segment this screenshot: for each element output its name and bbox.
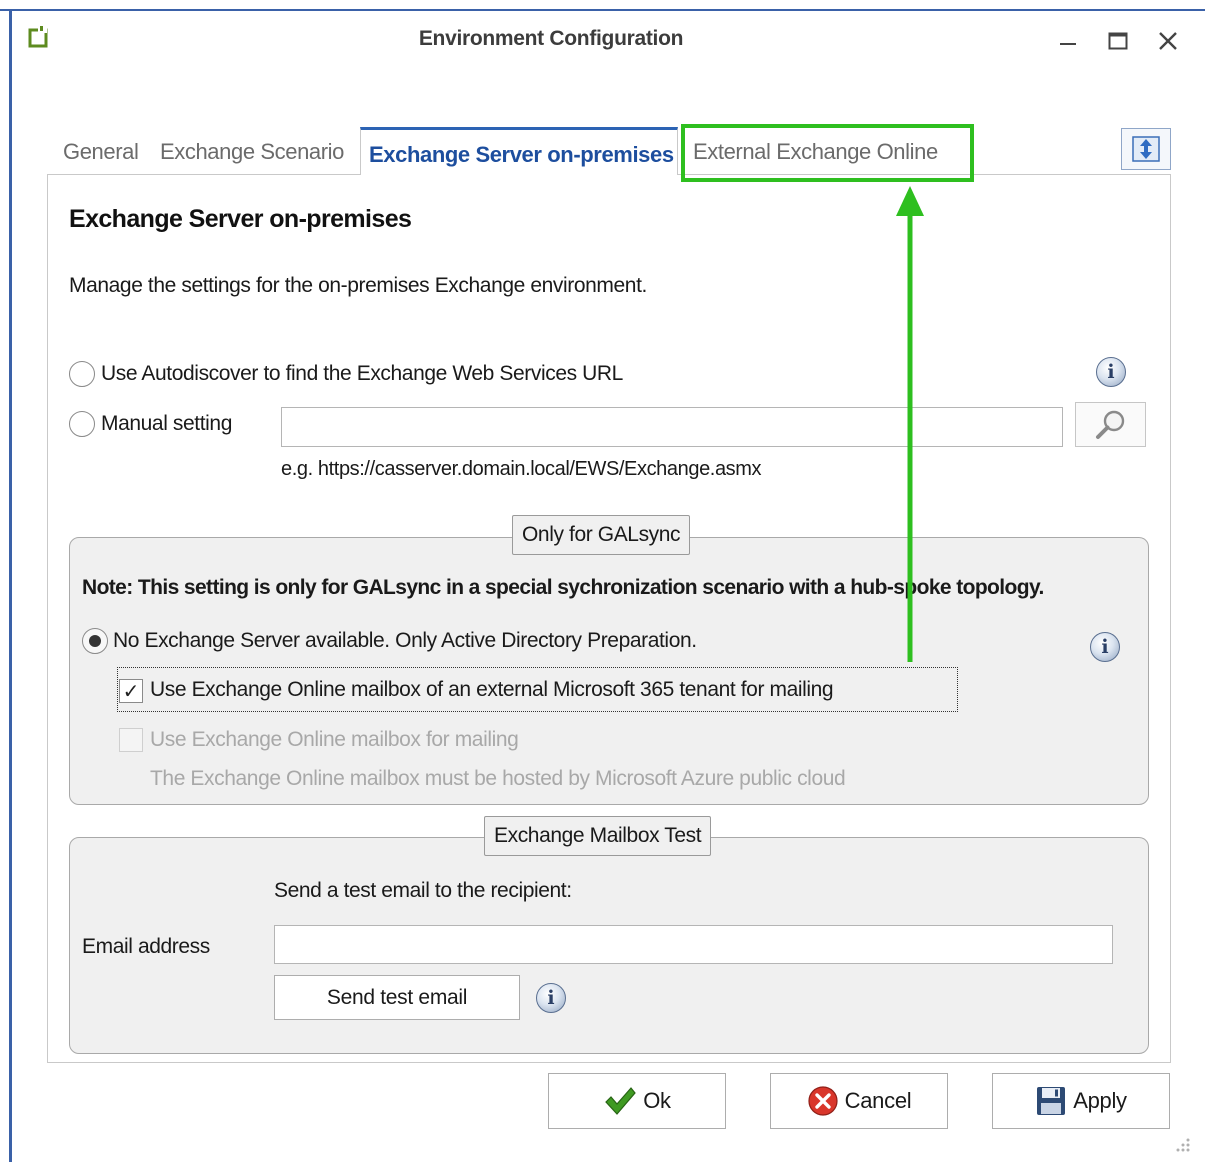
maximize-button[interactable] (1100, 22, 1136, 60)
tab-general[interactable]: General (63, 130, 139, 174)
galsync-group-legend: Only for GALsync (512, 515, 691, 555)
info-icon[interactable]: i (1090, 632, 1120, 662)
resize-grip-icon[interactable] (1172, 1134, 1192, 1154)
search-button[interactable] (1075, 402, 1146, 447)
page-subtitle: Manage the settings for the on-premises … (69, 274, 647, 297)
autodiscover-label[interactable]: Use Autodiscover to find the Exchange We… (101, 362, 623, 386)
cancel-button-label: Cancel (844, 1088, 912, 1113)
apply-button-label: Apply (1073, 1088, 1127, 1113)
cancel-icon (808, 1086, 838, 1116)
close-icon (1159, 32, 1177, 50)
mailbox-test-group-legend: Exchange Mailbox Test (484, 816, 712, 856)
apply-button[interactable]: Apply (992, 1073, 1170, 1129)
save-disk-icon (1037, 1087, 1066, 1115)
close-button[interactable] (1150, 22, 1186, 60)
window-title: Environment Configuration (418, 27, 684, 50)
azure-hosting-note: The Exchange Online mailbox must be host… (150, 767, 846, 790)
exchange-online-mailbox-label: Use Exchange Online mailbox for mailing (150, 728, 519, 751)
ews-url-example: e.g. https://casserver.domain.local/EWS/… (281, 458, 762, 480)
checkmark-icon (605, 1087, 637, 1115)
environment-configuration-window: Environment Configuration General Exchan… (0, 0, 1205, 1162)
autodiscover-radio[interactable] (69, 361, 95, 387)
email-address-label: Email address (82, 935, 210, 958)
minimize-icon (1060, 43, 1076, 45)
external-tenant-mailbox-checkbox[interactable]: ✓ (119, 679, 143, 703)
exchange-online-mailbox-checkbox (119, 728, 143, 752)
minimize-button[interactable] (1050, 22, 1086, 60)
maximize-icon (1108, 32, 1128, 50)
collapse-button[interactable] (1121, 128, 1171, 170)
tab-exchange-server-on-premises[interactable]: Exchange Server on-premises (360, 127, 678, 175)
galsync-note: Note: This setting is only for GALsync i… (82, 576, 1044, 599)
tab-exchange-scenario[interactable]: Exchange Scenario (160, 130, 344, 174)
info-icon[interactable]: i (536, 983, 566, 1013)
manual-setting-radio[interactable] (69, 411, 95, 437)
ews-url-input[interactable] (281, 407, 1063, 447)
send-to-label: Send a test email to the recipient: (274, 879, 572, 902)
send-test-email-button[interactable]: Send test email (274, 975, 520, 1020)
external-tenant-mailbox-label[interactable]: Use Exchange Online mailbox of an extern… (150, 678, 834, 702)
no-exchange-server-label[interactable]: No Exchange Server available. Only Activ… (113, 629, 697, 653)
manual-setting-label[interactable]: Manual setting (101, 412, 232, 436)
window-border-left (9, 9, 12, 1162)
email-address-input[interactable] (274, 925, 1113, 964)
ok-button-label: Ok (643, 1088, 671, 1113)
page-heading: Exchange Server on-premises (69, 205, 412, 233)
ok-button[interactable]: Ok (548, 1073, 726, 1129)
magnifier-icon (1095, 410, 1124, 439)
info-icon[interactable]: i (1096, 357, 1126, 387)
window-border-top (0, 9, 1205, 11)
cancel-button[interactable]: Cancel (770, 1073, 948, 1129)
tab-external-exchange-online[interactable]: External Exchange Online (693, 130, 938, 174)
no-exchange-server-radio[interactable] (82, 628, 108, 654)
expand-collapse-icon (1132, 136, 1160, 162)
